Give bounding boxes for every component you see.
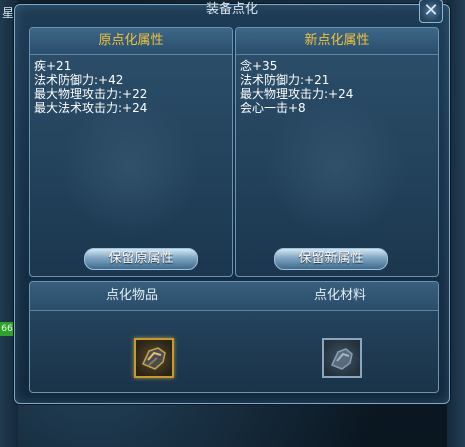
refine-slots-section: 点化物品 点化材料: [29, 281, 439, 393]
refine-item-slot[interactable]: [134, 338, 174, 378]
material-icon: [330, 348, 353, 370]
new-attribute: 念+35: [240, 59, 278, 73]
dialog-title: 装备点化: [205, 2, 258, 17]
panel-figure-watermark: [266, 98, 406, 238]
gauntlet-icon: [141, 347, 166, 370]
panel-figure-watermark: [60, 98, 200, 238]
new-attribute: 法术防御力:+21: [240, 73, 330, 87]
close-button[interactable]: ✕: [419, 0, 443, 23]
keep-new-button[interactable]: 保留新属性: [274, 248, 388, 270]
background-char: 星: [2, 6, 15, 20]
new-attributes-header: 新点化属性: [236, 28, 438, 55]
refine-material-slot[interactable]: [322, 338, 362, 378]
keep-original-button[interactable]: 保留原属性: [84, 248, 198, 270]
original-attributes-panel: 原点化属性 疾+21 法术防御力:+42 最大物理攻击力:+22 最大法术攻击力…: [29, 27, 233, 277]
refine-dialog: 装备点化 ✕ 原点化属性 疾+21 法术防御力:+42 最大物理攻击力:+22 …: [14, 0, 450, 404]
background-green-badge: 66: [0, 322, 14, 336]
refine-slots-header: 点化物品 点化材料: [30, 282, 438, 311]
close-icon: ✕: [423, 0, 439, 21]
refine-item-label: 点化物品: [105, 288, 158, 303]
original-attributes-header: 原点化属性: [30, 28, 232, 55]
new-attributes-panel: 新点化属性 念+35 法术防御力:+21 最大物理攻击力:+24 会心一击+8 …: [235, 27, 439, 277]
refine-material-label: 点化材料: [313, 288, 366, 303]
original-attribute: 法术防御力:+42: [34, 73, 124, 87]
original-attribute: 疾+21: [34, 59, 72, 73]
